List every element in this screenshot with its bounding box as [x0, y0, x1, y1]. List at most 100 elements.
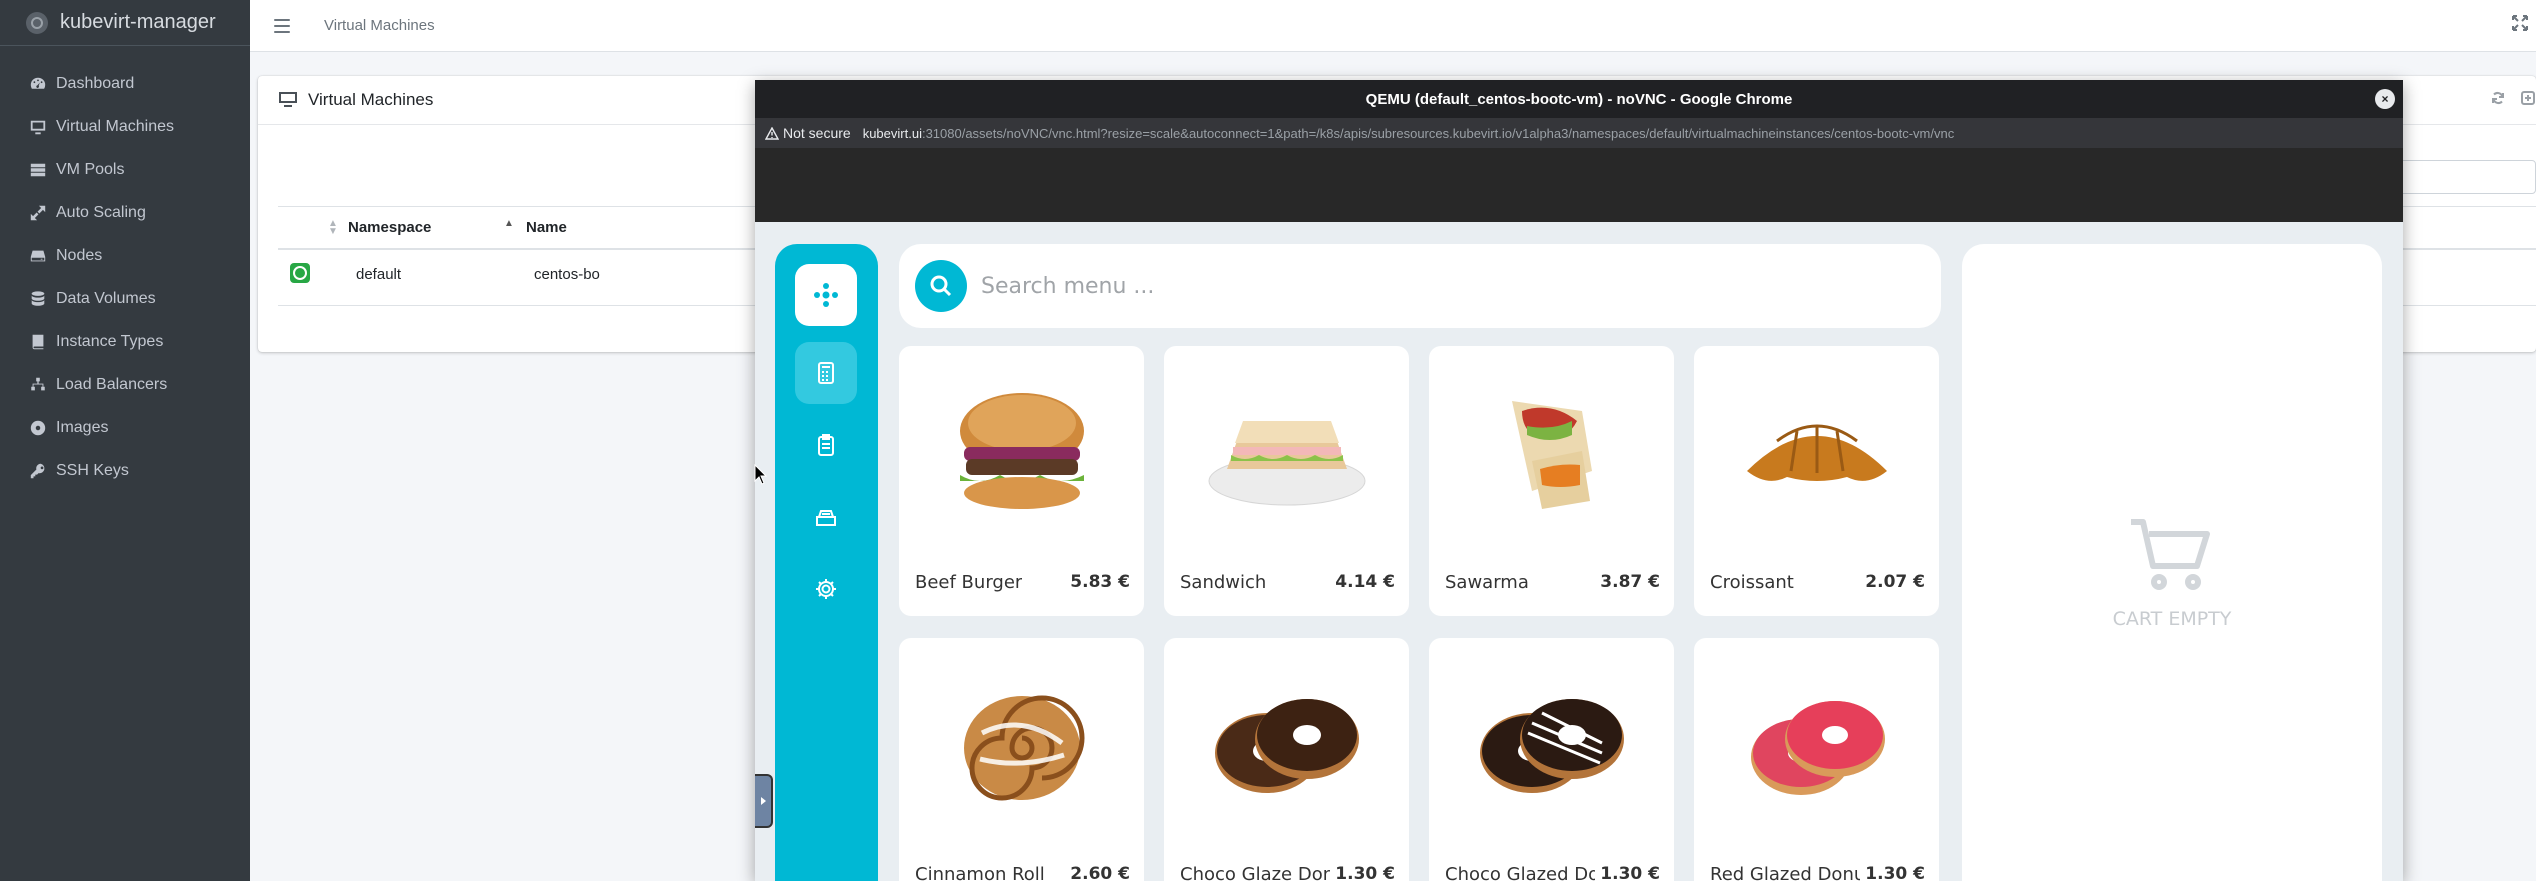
sidebar-item-load-balancers[interactable]: Load Balancers — [0, 363, 250, 406]
warning-icon — [765, 126, 779, 140]
sort-asc-icon[interactable]: ▲ — [504, 219, 514, 229]
product-name: Sawarma — [1445, 572, 1529, 593]
sitemap-icon — [28, 376, 48, 394]
cart-panel: CART EMPTY — [1962, 244, 2382, 881]
popup-titlebar[interactable]: QEMU (default_centos-bootc-vm) - noVNC -… — [755, 80, 2403, 118]
calculator-icon[interactable] — [795, 342, 857, 404]
product-price: 4.14 € — [1335, 572, 1395, 592]
novnc-popup-window: QEMU (default_centos-bootc-vm) - noVNC -… — [755, 80, 2403, 881]
topbar-link-virtual-machines[interactable]: Virtual Machines — [324, 17, 435, 34]
product-name: Cinnamon Roll — [915, 864, 1045, 881]
sidebar-item-label: SSH Keys — [56, 461, 129, 479]
settings-gear-icon[interactable] — [795, 558, 857, 620]
product-name: Choco Glaze Don — [1180, 864, 1330, 881]
sidebar-item-vm-pools[interactable]: VM Pools — [0, 148, 250, 191]
security-indicator[interactable]: Not secure — [765, 125, 851, 141]
column-header-name[interactable]: Name — [526, 219, 567, 236]
shawarma-image — [1429, 346, 1674, 556]
table-search-input[interactable] — [2396, 160, 2536, 194]
kubevirt-logo-icon — [26, 11, 48, 34]
product-price: 1.30 € — [1865, 864, 1925, 881]
sidebar-item-nodes[interactable]: Nodes — [0, 234, 250, 277]
product-name: Choco Glazed Do — [1445, 864, 1595, 881]
sandwich-image — [1164, 346, 1409, 556]
sidebar-item-label: Data Volumes — [56, 289, 156, 307]
row-name[interactable]: centos-bo — [534, 266, 600, 283]
sidebar-item-label: Virtual Machines — [56, 117, 174, 135]
refresh-icon[interactable] — [2490, 90, 2506, 106]
brand-link[interactable]: kubevirt-manager — [0, 0, 250, 46]
url-host: kubevirt.ui — [862, 125, 922, 141]
desktop-icon — [28, 118, 48, 136]
menu-toggle-icon[interactable] — [274, 18, 290, 33]
product-price: 3.87 € — [1600, 572, 1660, 592]
card-tools — [2490, 90, 2536, 106]
cinnamon-roll-image — [899, 638, 1144, 848]
sidebar-item-data-volumes[interactable]: Data Volumes — [0, 277, 250, 320]
close-icon[interactable]: × — [2375, 89, 2395, 109]
product-card[interactable]: Sawarma 3.87 € — [1429, 346, 1674, 616]
product-card[interactable]: Croissant 2.07 € — [1694, 346, 1939, 616]
sidebar-item-images[interactable]: Images — [0, 406, 250, 449]
sidebar-item-label: Nodes — [56, 246, 103, 264]
sidebar-item-label: Auto Scaling — [56, 203, 146, 221]
pos-logo-icon[interactable] — [795, 264, 857, 326]
sidebar-item-instance-types[interactable]: Instance Types — [0, 320, 250, 363]
product-price: 1.30 € — [1335, 864, 1395, 881]
product-name: Beef Burger — [915, 572, 1023, 593]
search-icon[interactable] — [915, 260, 967, 312]
database-icon — [28, 290, 48, 308]
box-icon[interactable] — [795, 486, 857, 548]
sidebar-item-auto-scaling[interactable]: Auto Scaling — [0, 191, 250, 234]
clipboard-icon[interactable] — [795, 414, 857, 476]
sidebar-item-virtual-machines[interactable]: Virtual Machines — [0, 105, 250, 148]
top-navbar: Virtual Machines — [250, 0, 2536, 52]
sidebar-item-ssh-keys[interactable]: SSH Keys — [0, 449, 250, 492]
menu-search-bar — [899, 244, 1941, 328]
pos-app: Beef Burger 5.83 € Sandwich 4.14 € — [755, 222, 2403, 881]
book-icon — [28, 333, 48, 351]
expand-icon — [28, 204, 48, 222]
vnc-control-bar-handle[interactable] — [755, 774, 773, 828]
product-card[interactable]: Sandwich 4.14 € — [1164, 346, 1409, 616]
product-price: 2.07 € — [1865, 572, 1925, 592]
fullscreen-icon[interactable] — [2512, 15, 2528, 31]
sort-icon[interactable]: ▲ ▼ — [328, 219, 338, 237]
product-name: Croissant — [1710, 572, 1794, 593]
product-card[interactable]: Beef Burger 5.83 € — [899, 346, 1144, 616]
croissant-image — [1694, 346, 1939, 556]
sidebar-item-label: Instance Types — [56, 332, 164, 350]
menu-search-input[interactable] — [981, 273, 1881, 299]
status-running-icon — [290, 263, 310, 283]
mouse-cursor-icon — [754, 464, 768, 485]
product-card[interactable]: Choco Glaze Don 1.30 € — [1164, 638, 1409, 881]
sidebar-item-label: Images — [56, 418, 109, 436]
url-path: :31080/assets/noVNC/vnc.html?resize=scal… — [921, 125, 1955, 141]
sidebar-item-label: Dashboard — [56, 74, 135, 92]
add-icon[interactable] — [2520, 90, 2536, 106]
card-title: Virtual Machines — [308, 90, 434, 109]
shopping-cart-icon — [2127, 514, 2213, 592]
dashboard-icon — [28, 75, 48, 93]
pos-sidebar — [775, 244, 878, 881]
main-sidebar: kubevirt-manager Dashboard Virtual Machi… — [0, 0, 250, 881]
product-price: 5.83 € — [1070, 572, 1130, 592]
sidebar-item-dashboard[interactable]: Dashboard — [0, 62, 250, 105]
popup-title: QEMU (default_centos-bootc-vm) - noVNC -… — [1365, 90, 1793, 108]
product-card[interactable]: Red Glazed Donut 1.30 € — [1694, 638, 1939, 881]
server-icon — [28, 161, 48, 179]
burger-image — [899, 346, 1144, 556]
product-card[interactable]: Choco Glazed Do 1.30 € — [1429, 638, 1674, 881]
choco-glazed-donut-image — [1429, 638, 1674, 848]
product-price: 1.30 € — [1600, 864, 1660, 881]
product-card[interactable]: Cinnamon Roll 2.60 € — [899, 638, 1144, 881]
brand-name: kubevirt-manager — [60, 11, 216, 33]
compact-disc-icon — [28, 419, 48, 437]
cart-empty-label: CART EMPTY — [2112, 608, 2232, 630]
column-header-namespace[interactable]: Namespace — [348, 219, 431, 236]
choco-donut-image — [1164, 638, 1409, 848]
hdd-icon — [28, 247, 48, 265]
sidebar-nav: Dashboard Virtual Machines VM Pools Auto… — [0, 46, 250, 492]
address-bar[interactable]: Not secure kubevirt.ui:31080/assets/noVN… — [755, 118, 2403, 148]
sidebar-item-label: VM Pools — [56, 160, 125, 178]
